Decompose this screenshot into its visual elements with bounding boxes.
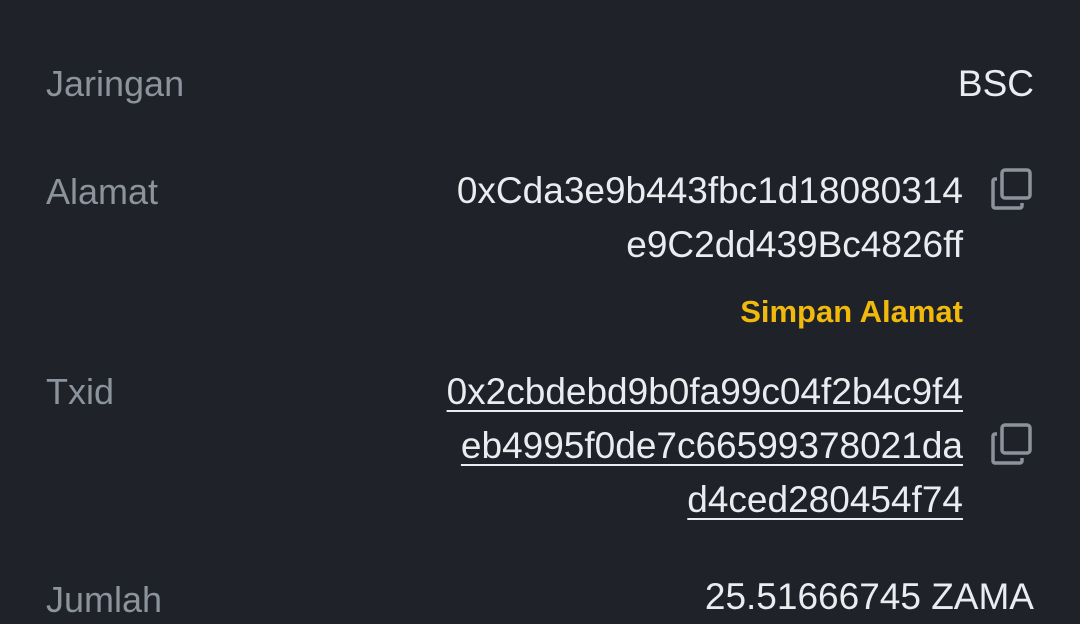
network-value: BSC (957, 63, 1034, 104)
copy-icon[interactable] (990, 167, 1034, 211)
address-line: e9C2dd439Bc4826ff (626, 224, 963, 265)
save-address-button[interactable]: Simpan Alamat (740, 294, 963, 330)
txid-link-line[interactable]: d4ced280454f74 (687, 479, 963, 520)
address-label: Alamat (46, 171, 159, 212)
txid-value: 0x2cbdebd9b0fa99c04f2b4c9f4 eb4995f0de7c… (447, 365, 963, 527)
network-label: Jaringan (46, 63, 185, 104)
txid-label: Txid (46, 371, 115, 412)
amount-value: 25.51666745 ZAMA (704, 576, 1034, 617)
address-value: 0xCda3e9b443fbc1d18080314 e9C2dd439Bc482… (457, 164, 963, 272)
txid-link-line[interactable]: eb4995f0de7c66599378021da (461, 425, 963, 466)
copy-icon[interactable] (990, 422, 1034, 466)
txid-link-line[interactable]: 0x2cbdebd9b0fa99c04f2b4c9f4 (447, 371, 963, 412)
address-line: 0xCda3e9b443fbc1d18080314 (456, 170, 963, 211)
amount-label: Jumlah (46, 579, 163, 620)
